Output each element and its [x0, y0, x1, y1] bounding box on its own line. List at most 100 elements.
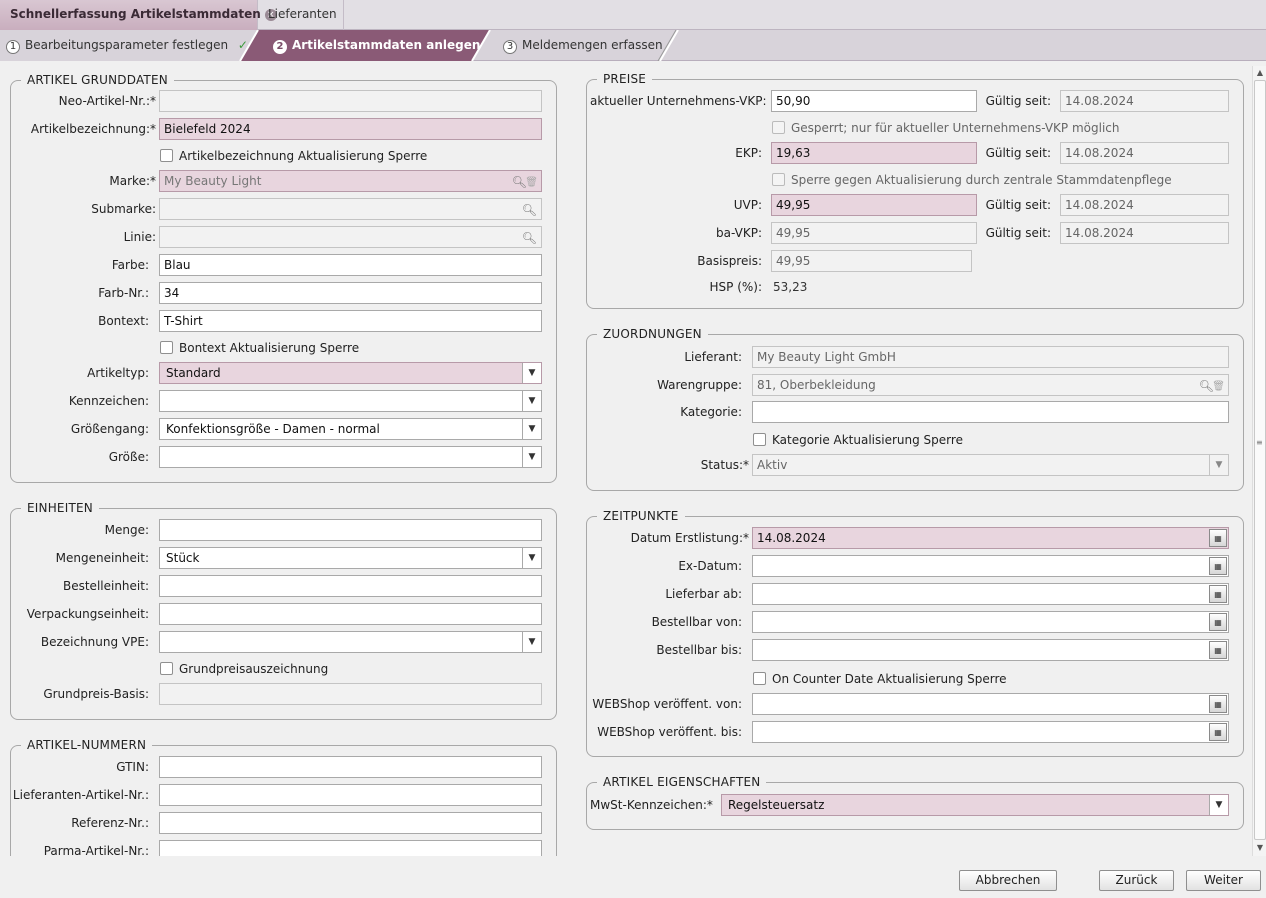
check-icon: ✓ — [237, 38, 248, 52]
scroll-up-arrow[interactable]: ▲ — [1254, 67, 1266, 79]
tab-lieferanten[interactable]: Lieferanten — [258, 0, 344, 30]
hsp-value: 53,23 — [773, 280, 808, 294]
calendar-icon[interactable]: ▦ — [1209, 529, 1227, 547]
uvp-input[interactable]: 49,95 — [771, 194, 977, 216]
checkbox-label: Sperre gegen Aktualisierung durch zentra… — [791, 173, 1172, 187]
trash-icon[interactable]: 🗑︎ — [1212, 377, 1225, 395]
calendar-icon[interactable]: ▦ — [1209, 695, 1227, 713]
gtin-input[interactable] — [159, 756, 542, 778]
ba-vkp-input[interactable]: 49,95 — [771, 222, 977, 244]
lieferanten-artikel-nr-input[interactable] — [159, 784, 542, 806]
parma-artikel-nr-input[interactable] — [159, 840, 542, 856]
linie-input[interactable]: 🔍︎ — [159, 226, 542, 248]
verpackungseinheit-input[interactable] — [159, 603, 542, 625]
chevron-down-icon[interactable]: ▼ — [522, 419, 541, 439]
referenz-nr-input[interactable] — [159, 812, 542, 834]
kennzeichen-select[interactable]: ▼ — [159, 390, 542, 412]
search-icon[interactable]: 🔍︎ — [522, 200, 537, 219]
marke-input[interactable]: My Beauty Light 🔍︎ 🗑︎ — [159, 170, 542, 192]
ex-datum-input[interactable]: ▦ — [752, 555, 1229, 577]
grundpreisauszeichnung-checkbox[interactable]: Grundpreisauszeichnung — [160, 662, 328, 676]
vertical-scrollbar[interactable]: ▲ ≡ ▼ — [1252, 66, 1266, 856]
on-counter-lock-checkbox[interactable]: On Counter Date Aktualisierung Sperre — [753, 672, 1007, 686]
bestelleinheit-input[interactable] — [159, 575, 542, 597]
basispreis-input[interactable]: 49,95 — [771, 250, 972, 272]
chevron-down-icon[interactable]: ▼ — [522, 632, 541, 652]
checkbox-box[interactable] — [160, 341, 173, 354]
chevron-down-icon[interactable]: ▼ — [1209, 795, 1228, 815]
webshop-bis-input[interactable]: ▦ — [752, 721, 1229, 743]
calendar-icon[interactable]: ▦ — [1209, 723, 1227, 741]
mwst-select[interactable]: Regelsteuersatz ▼ — [721, 794, 1229, 816]
scroll-grip-icon: ≡ — [1256, 438, 1263, 447]
status-select[interactable]: Aktiv ▼ — [752, 454, 1229, 476]
neo-artikel-input[interactable] — [159, 90, 542, 112]
step-2[interactable]: 2 Artikelstammdaten anlegen — [273, 30, 480, 61]
warengruppe-input[interactable]: 81, Oberbekleidung 🔍︎ 🗑︎ — [752, 374, 1229, 396]
tab-schnellerfassung[interactable]: Schnellerfassung Artikelstammdaten × — [0, 0, 277, 30]
vkp-input[interactable]: 50,90 — [771, 90, 977, 112]
vkp-date-input[interactable]: 14.08.2024 — [1060, 90, 1229, 112]
artikelbezeichnung-input[interactable]: Bielefeld 2024 — [159, 118, 542, 140]
mwst-value: Regelsteuersatz — [728, 798, 825, 812]
checkbox-box[interactable] — [753, 672, 766, 685]
weiter-button[interactable]: Weiter — [1186, 870, 1261, 891]
grundpreis-basis-input[interactable] — [159, 683, 542, 705]
calendar-icon[interactable]: ▦ — [1209, 557, 1227, 575]
webshop-von-input[interactable]: ▦ — [752, 693, 1229, 715]
farbe-input[interactable]: Blau — [159, 254, 542, 276]
mengeneinheit-select[interactable]: Stück ▼ — [159, 547, 542, 569]
groessengang-select[interactable]: Konfektionsgröße - Damen - normal ▼ — [159, 418, 542, 440]
bontext-lock-checkbox[interactable]: Bontext Aktualisierung Sperre — [160, 341, 359, 355]
calendar-icon[interactable]: ▦ — [1209, 585, 1227, 603]
ba-vkp-date-input[interactable]: 14.08.2024 — [1060, 222, 1229, 244]
step-3[interactable]: 3 Meldemengen erfassen — [503, 30, 663, 61]
datum-erstlistung-input[interactable]: 14.08.2024 ▦ — [752, 527, 1229, 549]
checkbox-label: Bontext Aktualisierung Sperre — [179, 341, 360, 355]
checkbox-box[interactable] — [160, 149, 173, 162]
chevron-down-icon[interactable]: ▼ — [522, 363, 541, 383]
zurueck-button[interactable]: Zurück — [1099, 870, 1174, 891]
scroll-down-arrow[interactable]: ▼ — [1254, 842, 1266, 854]
chevron-down-icon[interactable]: ▼ — [522, 548, 541, 568]
vkp-label: aktueller Unternehmens-VKP: — [590, 94, 767, 108]
kennzeichen-label: Kennzeichen: — [68, 394, 149, 408]
checkbox-box[interactable] — [753, 433, 766, 446]
calendar-icon[interactable]: ▦ — [1209, 641, 1227, 659]
step-number: 3 — [503, 40, 517, 54]
lieferant-input[interactable]: My Beauty Light GmbH — [752, 346, 1229, 368]
calendar-icon[interactable]: ▦ — [1209, 613, 1227, 631]
bestellbar-bis-input[interactable]: ▦ — [752, 639, 1229, 661]
abbrechen-button[interactable]: Abbrechen — [959, 870, 1057, 891]
groesse-select[interactable]: ▼ — [159, 446, 542, 468]
lieferbar-ab-input[interactable]: ▦ — [752, 583, 1229, 605]
artikelbezeichnung-lock-checkbox[interactable]: Artikelbezeichnung Aktualisierung Sperre — [160, 149, 427, 163]
farb-nr-input[interactable]: 34 — [159, 282, 542, 304]
sperre-checkbox[interactable]: Sperre gegen Aktualisierung durch zentra… — [772, 173, 1172, 187]
bontext-input[interactable]: T-Shirt — [159, 310, 542, 332]
kategorie-lock-checkbox[interactable]: Kategorie Aktualisierung Sperre — [753, 433, 963, 447]
kategorie-input[interactable] — [752, 401, 1229, 423]
gesperrt-checkbox[interactable]: Gesperrt; nur für aktueller Unternehmens… — [772, 121, 1119, 135]
webshop-bis-label: WEBShop veröffent. bis: — [597, 725, 742, 739]
mwst-label: MwSt-Kennzeichen:* — [590, 798, 713, 812]
bestellbar-von-input[interactable]: ▦ — [752, 611, 1229, 633]
search-icon[interactable]: 🔍︎ — [522, 228, 537, 247]
step-1[interactable]: 1 Bearbeitungsparameter festlegen ✓ — [6, 30, 248, 61]
form-scroll-area: ARTIKEL GRUNDDATEN Neo-Artikel-Nr.:* Art… — [0, 61, 1252, 856]
artikeltyp-select[interactable]: Standard ▼ — [159, 362, 542, 384]
bezeichnung-vpe-select[interactable]: ▼ — [159, 631, 542, 653]
scroll-thumb[interactable] — [1254, 80, 1266, 840]
ekp-input[interactable]: 19,63 — [771, 142, 977, 164]
checkbox-box[interactable] — [772, 121, 785, 134]
trash-icon[interactable]: 🗑︎ — [525, 173, 538, 191]
menge-input[interactable] — [159, 519, 542, 541]
chevron-down-icon[interactable]: ▼ — [522, 447, 541, 467]
chevron-down-icon[interactable]: ▼ — [522, 391, 541, 411]
chevron-down-icon[interactable]: ▼ — [1209, 455, 1228, 475]
uvp-date-input[interactable]: 14.08.2024 — [1060, 194, 1229, 216]
checkbox-box[interactable] — [160, 662, 173, 675]
ekp-date-input[interactable]: 14.08.2024 — [1060, 142, 1229, 164]
checkbox-box[interactable] — [772, 173, 785, 186]
submarke-input[interactable]: 🔍︎ — [159, 198, 542, 220]
